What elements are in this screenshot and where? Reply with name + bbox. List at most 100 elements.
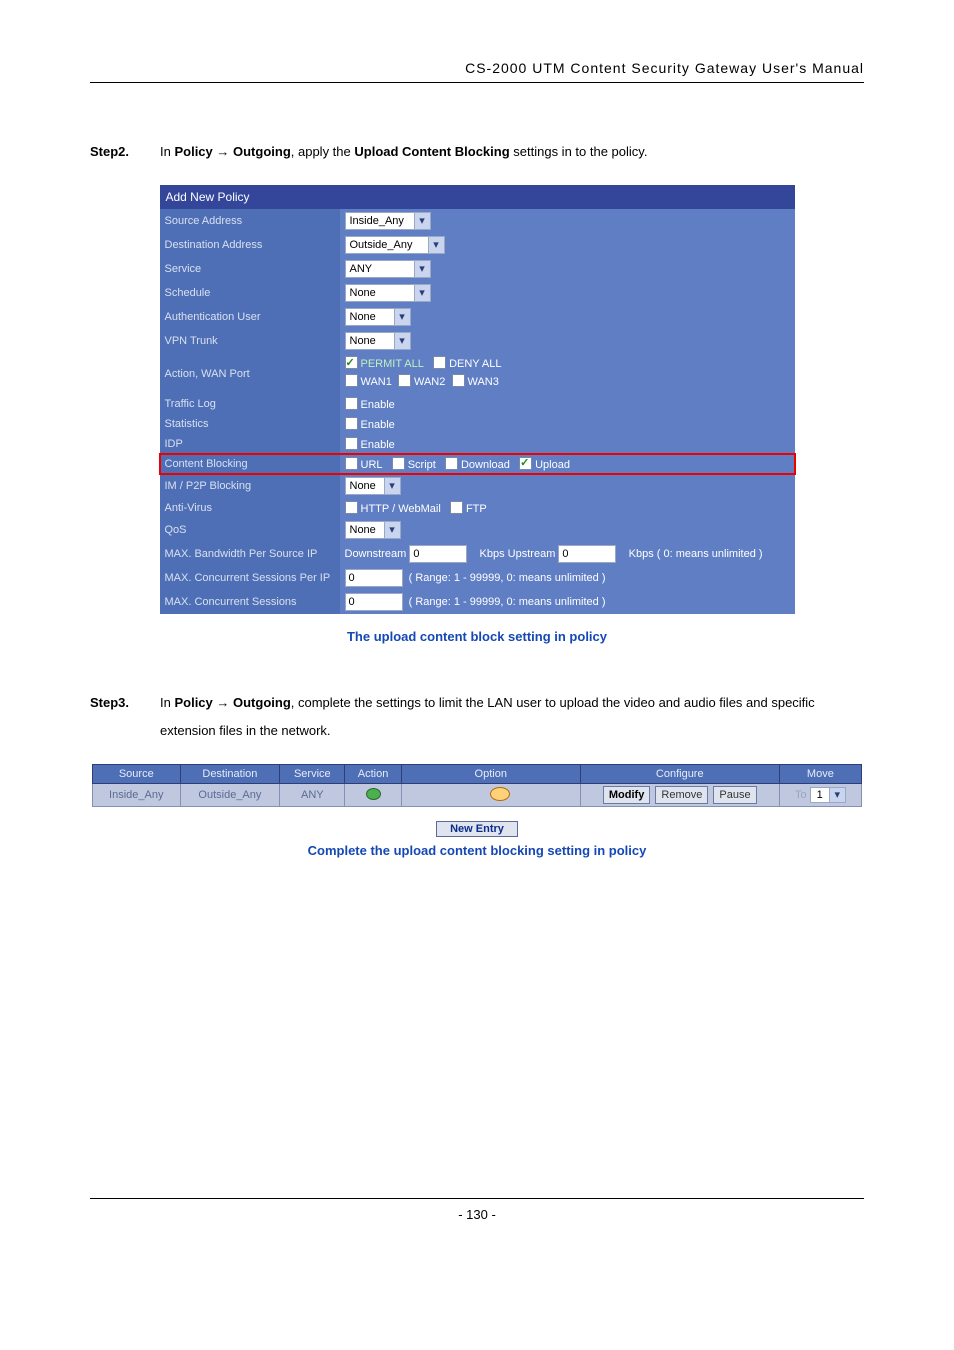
statistics-checkbox[interactable]: [345, 417, 358, 430]
service-select[interactable]: ANY▾: [345, 260, 431, 278]
auth-user-label: Authentication User: [160, 305, 340, 329]
script-checkbox[interactable]: [392, 457, 405, 470]
content-blocking-label: Content Blocking: [160, 454, 340, 474]
destination-address-select[interactable]: Outside_Any▾: [345, 236, 445, 254]
cell-service: ANY: [280, 784, 345, 807]
t: To: [795, 789, 807, 801]
upstream-input[interactable]: 0: [558, 545, 616, 563]
modify-button[interactable]: Modify: [603, 786, 650, 804]
max-sess-ip-input[interactable]: 0: [345, 569, 403, 587]
remove-button[interactable]: Remove: [655, 786, 708, 804]
move-select[interactable]: 1▾: [810, 787, 846, 803]
figure-caption-1: The upload content block setting in poli…: [90, 629, 864, 644]
v: None: [346, 285, 414, 301]
chevron-down-icon: ▾: [394, 333, 410, 349]
t: URL: [361, 459, 383, 471]
max-sess-ip-label: MAX. Concurrent Sessions Per IP: [160, 566, 340, 590]
http-webmail-checkbox[interactable]: [345, 501, 358, 514]
max-sess-input[interactable]: 0: [345, 593, 403, 611]
wan3-checkbox[interactable]: [452, 374, 465, 387]
chevron-down-icon: ▾: [384, 522, 400, 538]
wan1-checkbox[interactable]: [345, 374, 358, 387]
service-label: Service: [160, 257, 340, 281]
form-title: Add New Policy: [160, 185, 795, 209]
col-service: Service: [280, 765, 345, 784]
arrow-icon: →: [213, 695, 233, 710]
cell-dest: Outside_Any: [180, 784, 280, 807]
t: HTTP / WebMail: [361, 503, 441, 515]
t: Outgoing: [233, 144, 291, 159]
max-sess-label: MAX. Concurrent Sessions: [160, 590, 340, 614]
col-move: Move: [779, 765, 861, 784]
source-address-select[interactable]: Inside_Any▾: [345, 212, 431, 230]
t: In: [160, 144, 174, 159]
col-action: Action: [345, 765, 401, 784]
vpn-trunk-select[interactable]: None▾: [345, 332, 411, 350]
downstream-input[interactable]: 0: [409, 545, 467, 563]
v: None: [346, 478, 384, 494]
upload-checkbox[interactable]: [519, 457, 532, 470]
v: None: [346, 309, 394, 325]
url-checkbox[interactable]: [345, 457, 358, 470]
permit-all-checkbox[interactable]: [345, 356, 358, 369]
t: Policy: [174, 144, 212, 159]
chevron-down-icon: ▾: [428, 237, 444, 253]
t: Download: [461, 459, 510, 471]
t: Upload: [535, 459, 570, 471]
new-entry-button[interactable]: New Entry: [436, 821, 518, 837]
step2-block: Step2. In Policy → Outgoing, apply the U…: [90, 138, 864, 165]
chevron-down-icon: ▾: [394, 309, 410, 325]
col-destination: Destination: [180, 765, 280, 784]
step3-block: Step3. In Policy → Outgoing, complete th…: [90, 689, 864, 744]
t: WAN3: [468, 376, 499, 388]
table-row: Inside_Any Outside_Any ANY Modify Remove…: [93, 784, 862, 807]
page-number: - 130 -: [90, 1198, 864, 1222]
v: ANY: [346, 261, 414, 277]
t: PERMIT ALL: [361, 358, 424, 370]
im-p2p-select[interactable]: None▾: [345, 477, 401, 495]
policy-list-table: Source Destination Service Action Option…: [92, 764, 862, 807]
clock-icon: [490, 787, 510, 801]
t: Outgoing: [233, 695, 291, 710]
download-checkbox[interactable]: [445, 457, 458, 470]
col-option: Option: [401, 765, 580, 784]
t: Script: [408, 459, 436, 471]
v: None: [346, 333, 394, 349]
qos-label: QoS: [160, 518, 340, 542]
t: WAN2: [414, 376, 445, 388]
anti-virus-label: Anti-Virus: [160, 498, 340, 518]
statistics-label: Statistics: [160, 414, 340, 434]
t: settings in to the policy.: [510, 144, 648, 159]
t: , apply the: [291, 144, 355, 159]
t: FTP: [466, 503, 487, 515]
wan2-checkbox[interactable]: [398, 374, 411, 387]
auth-user-select[interactable]: None▾: [345, 308, 411, 326]
action-wanport-label: Action, WAN Port: [160, 353, 340, 394]
schedule-label: Schedule: [160, 281, 340, 305]
cell-configure: Modify Remove Pause: [580, 784, 779, 807]
vpn-trunk-label: VPN Trunk: [160, 329, 340, 353]
v: Inside_Any: [346, 213, 414, 229]
t: Downstream: [345, 548, 407, 560]
t: Policy: [174, 695, 212, 710]
pause-button[interactable]: Pause: [713, 786, 756, 804]
t: Enable: [361, 439, 395, 451]
t: DENY ALL: [449, 358, 501, 370]
ftp-checkbox[interactable]: [450, 501, 463, 514]
chevron-down-icon: ▾: [414, 213, 430, 229]
step3-text: In Policy → Outgoing, complete the setti…: [160, 689, 864, 744]
qos-select[interactable]: None▾: [345, 521, 401, 539]
idp-checkbox[interactable]: [345, 437, 358, 450]
step2-text: In Policy → Outgoing, apply the Upload C…: [160, 138, 864, 165]
chevron-down-icon: ▾: [414, 261, 430, 277]
t: ( Range: 1 - 99999, 0: means unlimited ): [409, 572, 606, 584]
traffic-log-checkbox[interactable]: [345, 397, 358, 410]
destination-address-label: Destination Address: [160, 233, 340, 257]
v: None: [346, 522, 384, 538]
schedule-select[interactable]: None▾: [345, 284, 431, 302]
deny-all-checkbox[interactable]: [433, 356, 446, 369]
figure-caption-2: Complete the upload content blocking set…: [90, 843, 864, 858]
t: Enable: [361, 399, 395, 411]
t: WAN1: [361, 376, 392, 388]
t: In: [160, 695, 174, 710]
